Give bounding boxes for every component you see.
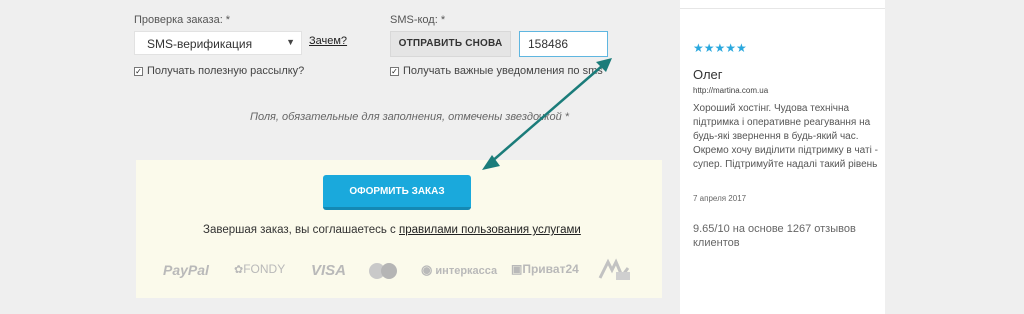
annotation-arrow (482, 58, 612, 170)
